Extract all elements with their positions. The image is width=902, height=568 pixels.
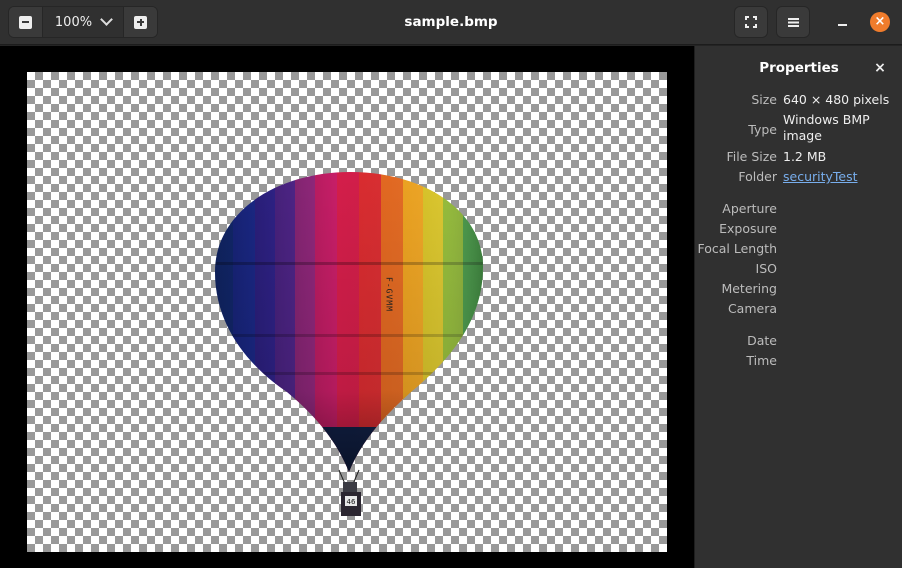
property-label: Exposure — [719, 221, 777, 236]
main-menu-button[interactable] — [776, 6, 810, 38]
folder-link[interactable]: securityTest — [783, 169, 893, 185]
svg-text:F-GVMM: F-GVMM — [385, 277, 394, 312]
property-value: 640 × 480 pixels — [783, 92, 890, 107]
property-label: Focal Length — [697, 241, 778, 256]
property-label: Type — [748, 122, 777, 137]
chevron-down-icon — [100, 13, 113, 26]
property-label: Metering — [721, 281, 777, 296]
svg-text:46: 46 — [347, 498, 356, 506]
minimize-icon — [837, 24, 847, 26]
zoom-level-dropdown[interactable]: 100% — [43, 7, 123, 37]
property-label: Size — [751, 92, 777, 107]
property-value: Windows BMP image — [783, 112, 870, 143]
image-viewer[interactable]: F-GVMM 46 — [0, 46, 694, 568]
minimize-button[interactable] — [832, 12, 852, 32]
image-canvas[interactable]: F-GVMM 46 — [27, 72, 667, 552]
zoom-out-icon — [19, 15, 32, 29]
properties-sidebar: Properties × Size 640 × 480 pixels Type … — [694, 46, 902, 568]
property-label: File Size — [726, 149, 777, 164]
hot-air-balloon-image: F-GVMM 46 — [215, 172, 483, 516]
property-label: Date — [747, 333, 777, 348]
close-icon: × — [874, 14, 886, 29]
zoom-in-icon — [134, 15, 147, 29]
close-icon: × — [874, 60, 886, 76]
property-label: Time — [746, 353, 777, 368]
zoom-out-button[interactable] — [9, 7, 43, 37]
sidebar-close-button[interactable]: × — [873, 61, 887, 75]
property-label: ISO — [755, 261, 777, 276]
zoom-level-value: 100% — [54, 14, 93, 30]
close-window-button[interactable]: × — [870, 12, 890, 32]
property-label: Camera — [727, 301, 777, 316]
hamburger-menu-icon — [787, 17, 799, 27]
property-label: Aperture — [722, 201, 777, 216]
sidebar-title: Properties — [759, 60, 839, 76]
zoom-in-button[interactable] — [123, 7, 157, 37]
header-bar: 100% sample.bmp × — [0, 0, 902, 45]
fullscreen-button[interactable] — [734, 6, 768, 38]
property-value: 1.2 MB — [783, 149, 827, 164]
fullscreen-icon — [745, 16, 757, 28]
property-label: Folder — [738, 169, 777, 184]
zoom-controls: 100% — [8, 6, 158, 38]
